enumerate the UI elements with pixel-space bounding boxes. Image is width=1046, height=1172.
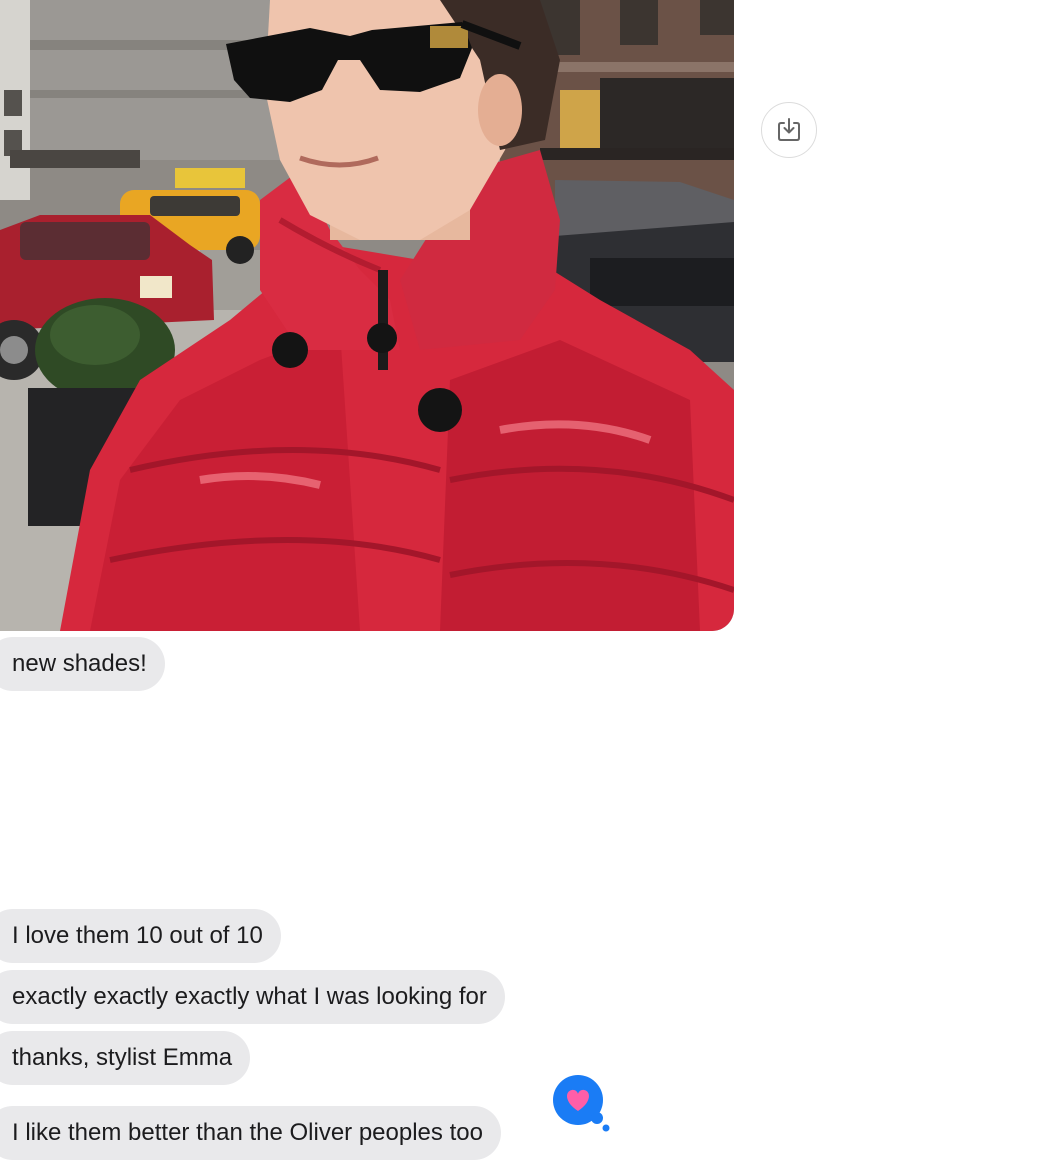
photo-image — [0, 0, 734, 631]
message-bubble[interactable]: thanks, stylist Emma — [0, 1031, 251, 1085]
message-bubble[interactable]: exactly exactly exactly what I was looki… — [0, 970, 505, 1024]
message-bubble[interactable]: new shades! — [0, 637, 165, 691]
message-bubble[interactable]: I like them better than the Oliver peopl… — [0, 1106, 501, 1160]
heart-reaction-badge[interactable] — [552, 1074, 612, 1134]
message-bubble[interactable]: I love them 10 out of 10 — [0, 909, 281, 963]
photo-attachment[interactable] — [0, 0, 734, 631]
conversation-view: new shades! I love them 10 out of 10 exa… — [0, 0, 1046, 1172]
download-button[interactable] — [761, 102, 817, 158]
download-icon — [778, 118, 800, 141]
heart-icon — [553, 1075, 610, 1132]
